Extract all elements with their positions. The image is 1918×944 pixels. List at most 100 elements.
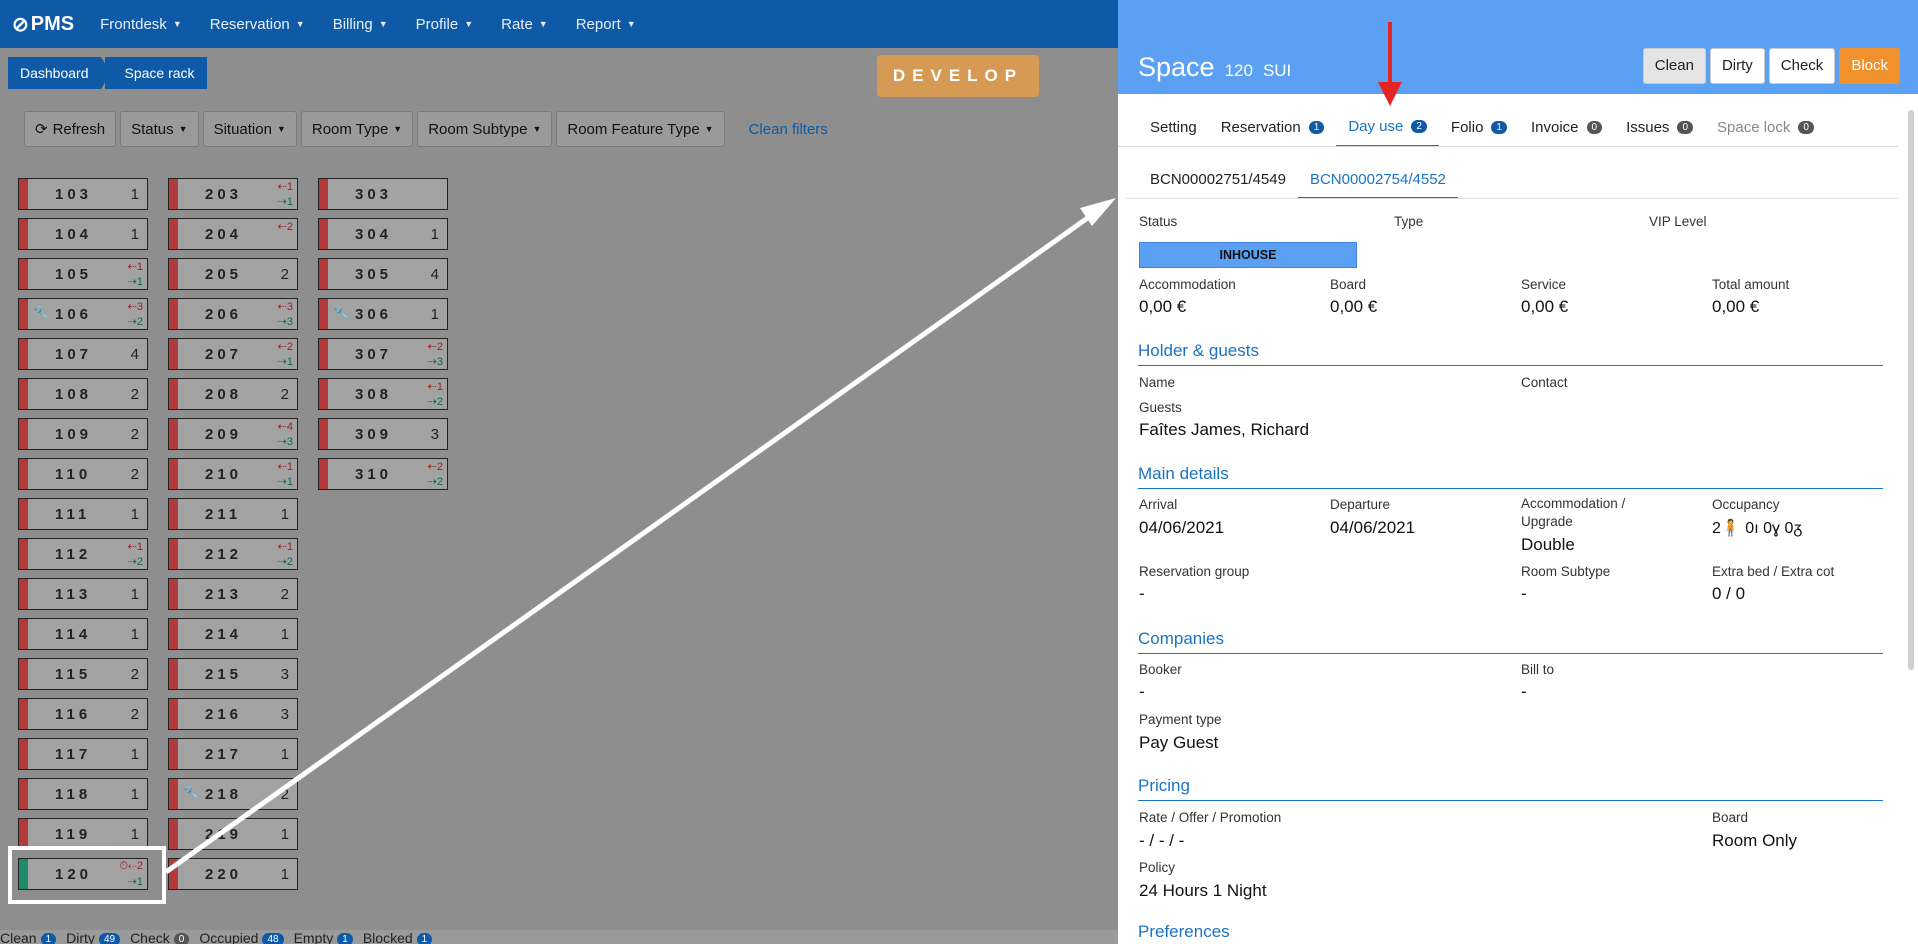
departure-label: Departure [1330, 497, 1391, 512]
room-tile-109[interactable]: 109 2 [18, 418, 148, 450]
room-tile-117[interactable]: 117 1 [18, 738, 148, 770]
nav-rate[interactable]: Rate ▼ [501, 16, 548, 33]
clean-count[interactable]: Clean 1 [0, 930, 57, 944]
empty-count[interactable]: Empty 1 [294, 930, 353, 944]
breadcrumb-space-rack[interactable]: Space rack [104, 57, 207, 89]
room-count: 1 [130, 826, 139, 843]
nav-report[interactable]: Report ▼ [576, 16, 636, 33]
nav-profile[interactable]: Profile ▼ [416, 16, 473, 33]
room-tile-106[interactable]: 🔧 106 ⇠3 ⇢2 [18, 298, 148, 330]
nav-billing[interactable]: Billing ▼ [333, 16, 388, 33]
arrival-icon: ⇢2 [127, 556, 143, 568]
subtab-reservation-1[interactable]: BCN00002751/4549 [1138, 171, 1298, 199]
caret-down-icon: ▼ [538, 19, 548, 29]
arrival-icon: ⇢3 [427, 356, 443, 368]
infant-icon: ᵹ [1793, 520, 1803, 537]
breadcrumb-dashboard[interactable]: Dashboard [8, 57, 110, 89]
room-type-filter[interactable]: Room Type ▼ [300, 111, 414, 147]
situation-filter[interactable]: Situation ▼ [202, 111, 297, 147]
clean-filters-link[interactable]: Clean filters [749, 121, 828, 138]
room-tile-307[interactable]: 307 ⇠2 ⇢3 [318, 338, 448, 370]
room-tile-209[interactable]: 209 ⇠4 ⇢3 [168, 418, 298, 450]
room-feature-type-filter[interactable]: Room Feature Type ▼ [556, 111, 725, 147]
room-tile-110[interactable]: 110 2 [18, 458, 148, 490]
room-tile-206[interactable]: 206 ⇠3 ⇢3 [168, 298, 298, 330]
room-tile-309[interactable]: 309 3 [318, 418, 448, 450]
room-number: 115 [55, 666, 92, 683]
block-button[interactable]: Block [1839, 48, 1900, 84]
tab-space-lock[interactable]: Space lock 0 [1705, 118, 1826, 147]
room-tile-304[interactable]: 304 1 [318, 218, 448, 250]
nav-frontdesk[interactable]: Frontdesk ▼ [100, 16, 182, 33]
room-tile-203[interactable]: 203 ⇠1 ⇢1 [168, 178, 298, 210]
tab-setting[interactable]: Setting [1138, 118, 1209, 147]
room-tile-207[interactable]: 207 ⇠2 ⇢1 [168, 338, 298, 370]
room-tile-105[interactable]: 105 ⇠1 ⇢1 [18, 258, 148, 290]
room-tile-210[interactable]: 210 ⇠1 ⇢1 [168, 458, 298, 490]
panel-scrollbar[interactable] [1908, 110, 1914, 670]
occupied-count[interactable]: Occupied 48 [199, 930, 284, 944]
reservation-subtabs: BCN00002751/4549 BCN00002754/4552 [1138, 171, 1458, 199]
room-status-bar [319, 379, 328, 409]
booker-value: - [1139, 682, 1145, 701]
clean-button[interactable]: Clean [1642, 48, 1706, 84]
room-tile-211[interactable]: 211 1 [168, 498, 298, 530]
room-number: 210 [205, 466, 243, 483]
tab-day-use[interactable]: Day use 2 [1336, 118, 1439, 147]
room-tile-205[interactable]: 205 2 [168, 258, 298, 290]
room-tile-111[interactable]: 111 1 [18, 498, 148, 530]
room-tile-204[interactable]: 204 ⇠2 [168, 218, 298, 250]
room-tile-104[interactable]: 104 1 [18, 218, 148, 250]
room-tile-306[interactable]: 🔧 306 1 [318, 298, 448, 330]
check-count[interactable]: Check 0 [130, 930, 190, 944]
room-tile-308[interactable]: 308 ⇠1 ⇢2 [318, 378, 448, 410]
room-tile-220[interactable]: 220 1 [168, 858, 298, 890]
room-tile-216[interactable]: 216 3 [168, 698, 298, 730]
blocked-count[interactable]: Blocked 1 [363, 930, 433, 944]
room-tile-218[interactable]: 🔧 218 2 [168, 778, 298, 810]
room-tile-305[interactable]: 305 4 [318, 258, 448, 290]
room-number: 203 [205, 186, 243, 203]
room-tile-108[interactable]: 108 2 [18, 378, 148, 410]
room-tile-113[interactable]: 113 1 [18, 578, 148, 610]
room-tile-103[interactable]: 103 1 [18, 178, 148, 210]
tab-invoice[interactable]: Invoice 0 [1519, 118, 1614, 147]
app-logo[interactable]: ⊘ PMS [12, 12, 74, 37]
room-tile-310[interactable]: 310 ⇠2 ⇢2 [318, 458, 448, 490]
dirty-count[interactable]: Dirty 49 [66, 930, 121, 944]
room-tile-208[interactable]: 208 2 [168, 378, 298, 410]
room-tile-114[interactable]: 114 1 [18, 618, 148, 650]
room-tile-217[interactable]: 217 1 [168, 738, 298, 770]
room-number: 109 [55, 426, 93, 443]
tab-folio[interactable]: Folio 1 [1439, 118, 1519, 147]
departure-icon: ⇠3 [277, 301, 293, 313]
tab-issues[interactable]: Issues 0 [1614, 118, 1705, 147]
departure-icon: ⇠2 [427, 461, 443, 473]
room-tile-212[interactable]: 212 ⇠1 ⇢2 [168, 538, 298, 570]
room-tile-118[interactable]: 118 1 [18, 778, 148, 810]
room-tile-215[interactable]: 215 3 [168, 658, 298, 690]
arrival-icon: ⇢3 [277, 436, 293, 448]
room-tile-115[interactable]: 115 2 [18, 658, 148, 690]
subtab-reservation-2[interactable]: BCN00002754/4552 [1297, 171, 1458, 199]
room-tile-214[interactable]: 214 1 [168, 618, 298, 650]
room-tile-219[interactable]: 219 1 [168, 818, 298, 850]
room-subtype-filter[interactable]: Room Subtype ▼ [417, 111, 553, 147]
dirty-button[interactable]: Dirty [1709, 48, 1765, 84]
room-tile-213[interactable]: 213 2 [168, 578, 298, 610]
caret-down-icon: ▼ [626, 19, 636, 29]
tab-reservation[interactable]: Reservation 1 [1209, 118, 1337, 147]
refresh-button[interactable]: ⟳ Refresh [24, 111, 117, 147]
room-tile-116[interactable]: 116 2 [18, 698, 148, 730]
room-count: 1 [280, 626, 289, 643]
nav-reservation[interactable]: Reservation ▼ [210, 16, 305, 33]
room-tile-303[interactable]: 303 [318, 178, 448, 210]
room-number: 307 [355, 346, 393, 363]
room-tile-112[interactable]: 112 ⇠1 ⇢2 [18, 538, 148, 570]
departure-icon: ⇠4 [277, 421, 293, 433]
room-number: 204 [205, 226, 243, 243]
status-filter[interactable]: Status ▼ [120, 111, 199, 147]
room-tile-107[interactable]: 107 4 [18, 338, 148, 370]
check-button[interactable]: Check [1768, 48, 1836, 84]
room-count: 1 [430, 306, 439, 323]
